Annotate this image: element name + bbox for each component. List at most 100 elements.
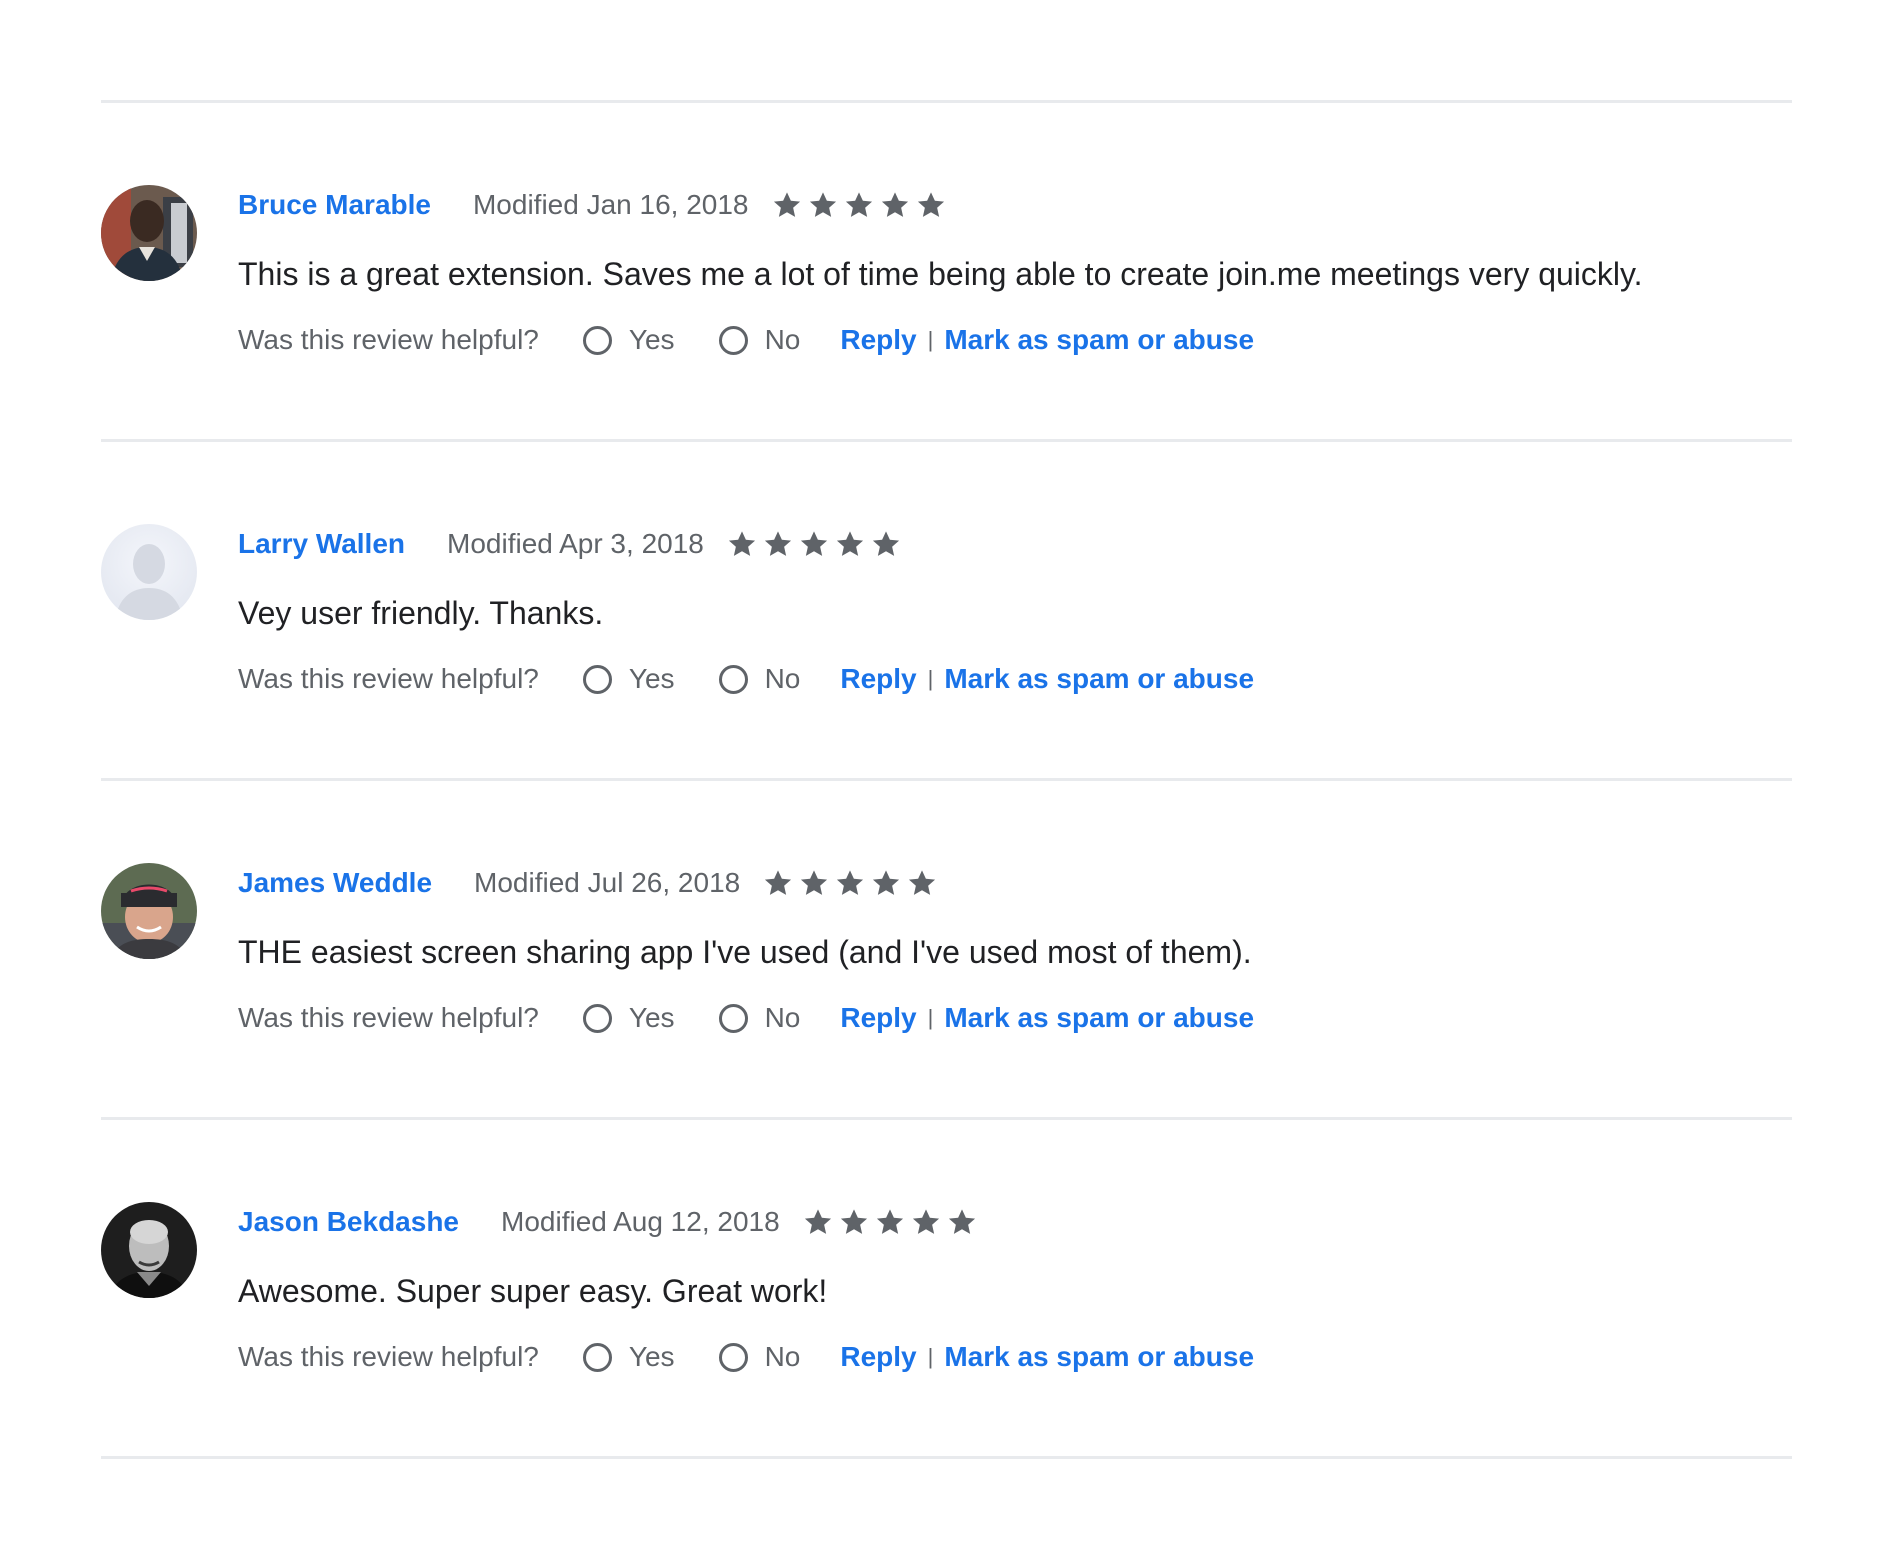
star-rating: [762, 867, 938, 899]
review-text: This is a great extension. Saves me a lo…: [238, 256, 1643, 292]
yes-radio[interactable]: [582, 1342, 612, 1372]
no-radio[interactable]: [718, 1342, 748, 1372]
star-icon: [762, 867, 794, 899]
helpful-yes-option[interactable]: Yes: [582, 1002, 675, 1034]
star-icon: [843, 189, 875, 221]
star-icon: [771, 189, 803, 221]
star-icon: [870, 867, 902, 899]
review-header: Bruce Marable Modified Jan 16, 2018: [238, 185, 1792, 225]
star-icon: [946, 1206, 978, 1238]
link-separator: |: [927, 666, 934, 691]
review-item: Bruce Marable Modified Jan 16, 2018 This…: [101, 103, 1792, 439]
review-content: Bruce Marable Modified Jan 16, 2018 This…: [238, 185, 1792, 360]
helpful-no-option[interactable]: No: [718, 1002, 801, 1034]
no-radio[interactable]: [718, 1003, 748, 1033]
yes-radio[interactable]: [582, 664, 612, 694]
star-rating: [726, 528, 902, 560]
star-icon: [762, 528, 794, 560]
review-text: Awesome. Super super easy. Great work!: [238, 1273, 828, 1309]
star-rating: [771, 189, 947, 221]
helpful-no-option[interactable]: No: [718, 1341, 801, 1373]
default-user-silhouette-icon: [101, 524, 197, 620]
author-link[interactable]: Larry Wallen: [238, 528, 405, 560]
review-text: Vey user friendly. Thanks.: [238, 595, 604, 631]
helpful-yes-option[interactable]: Yes: [582, 663, 675, 695]
yes-radio[interactable]: [582, 325, 612, 355]
no-label: No: [764, 1341, 801, 1372]
helpful-question: Was this review helpful?: [238, 1341, 539, 1372]
star-icon: [915, 189, 947, 221]
divider: [101, 1456, 1792, 1459]
author-link[interactable]: Jason Bekdashe: [238, 1206, 459, 1238]
helpful-question: Was this review helpful?: [238, 663, 539, 694]
avatar[interactable]: [101, 185, 197, 281]
star-icon: [726, 528, 758, 560]
helpful-no-option[interactable]: No: [718, 324, 801, 356]
star-icon: [798, 528, 830, 560]
link-separator: |: [927, 327, 934, 352]
review-footer: Was this review helpful? Yes No Reply | …: [238, 998, 1792, 1038]
review-footer: Was this review helpful? Yes No Reply | …: [238, 320, 1792, 360]
star-icon: [834, 867, 866, 899]
review-footer: Was this review helpful? Yes No Reply | …: [238, 1337, 1792, 1377]
review-date: Modified Jul 26, 2018: [474, 867, 741, 898]
reply-link[interactable]: Reply: [840, 324, 916, 356]
reviews-list: Bruce Marable Modified Jan 16, 2018 This…: [101, 100, 1792, 1459]
helpful-yes-option[interactable]: Yes: [582, 1341, 675, 1373]
review-item: Larry Wallen Modified Apr 3, 2018 Vey us…: [101, 442, 1792, 778]
reply-link[interactable]: Reply: [840, 1341, 916, 1373]
user-photo-icon: [101, 863, 197, 959]
review-content: James Weddle Modified Jul 26, 2018 THE e…: [238, 863, 1792, 1038]
review-date: Modified Aug 12, 2018: [501, 1206, 780, 1237]
avatar[interactable]: [101, 863, 197, 959]
review-content: Larry Wallen Modified Apr 3, 2018 Vey us…: [238, 524, 1792, 699]
star-icon: [870, 528, 902, 560]
yes-label: Yes: [628, 1341, 675, 1372]
reply-link[interactable]: Reply: [840, 663, 916, 695]
mark-spam-link[interactable]: Mark as spam or abuse: [944, 1341, 1254, 1373]
link-separator: |: [927, 1344, 934, 1369]
author-link[interactable]: Bruce Marable: [238, 189, 431, 221]
star-icon: [807, 189, 839, 221]
mark-spam-link[interactable]: Mark as spam or abuse: [944, 324, 1254, 356]
no-radio[interactable]: [718, 664, 748, 694]
mark-spam-link[interactable]: Mark as spam or abuse: [944, 1002, 1254, 1034]
star-rating: [802, 1206, 978, 1238]
yes-label: Yes: [628, 663, 675, 694]
helpful-question: Was this review helpful?: [238, 1002, 539, 1033]
review-date: Modified Apr 3, 2018: [447, 528, 704, 559]
helpful-no-option[interactable]: No: [718, 663, 801, 695]
star-icon: [910, 1206, 942, 1238]
star-icon: [798, 867, 830, 899]
star-icon: [879, 189, 911, 221]
helpful-yes-option[interactable]: Yes: [582, 324, 675, 356]
review-text: THE easiest screen sharing app I've used…: [238, 934, 1252, 970]
review-item: James Weddle Modified Jul 26, 2018 THE e…: [101, 781, 1792, 1117]
star-icon: [874, 1206, 906, 1238]
no-label: No: [764, 324, 801, 355]
star-icon: [834, 528, 866, 560]
review-header: James Weddle Modified Jul 26, 2018: [238, 863, 1792, 903]
no-label: No: [764, 1002, 801, 1033]
no-label: No: [764, 663, 801, 694]
review-header: Jason Bekdashe Modified Aug 12, 2018: [238, 1202, 1792, 1242]
star-icon: [802, 1206, 834, 1238]
star-icon: [838, 1206, 870, 1238]
author-link[interactable]: James Weddle: [238, 867, 432, 899]
star-icon: [906, 867, 938, 899]
no-radio[interactable]: [718, 325, 748, 355]
review-item: Jason Bekdashe Modified Aug 12, 2018 Awe…: [101, 1120, 1792, 1456]
yes-radio[interactable]: [582, 1003, 612, 1033]
yes-label: Yes: [628, 1002, 675, 1033]
user-photo-icon: [101, 1202, 197, 1298]
mark-spam-link[interactable]: Mark as spam or abuse: [944, 663, 1254, 695]
user-photo-icon: [101, 185, 197, 281]
helpful-question: Was this review helpful?: [238, 324, 539, 355]
link-separator: |: [927, 1005, 934, 1030]
review-footer: Was this review helpful? Yes No Reply | …: [238, 659, 1792, 699]
avatar[interactable]: [101, 524, 197, 620]
avatar[interactable]: [101, 1202, 197, 1298]
yes-label: Yes: [628, 324, 675, 355]
review-content: Jason Bekdashe Modified Aug 12, 2018 Awe…: [238, 1202, 1792, 1377]
reply-link[interactable]: Reply: [840, 1002, 916, 1034]
